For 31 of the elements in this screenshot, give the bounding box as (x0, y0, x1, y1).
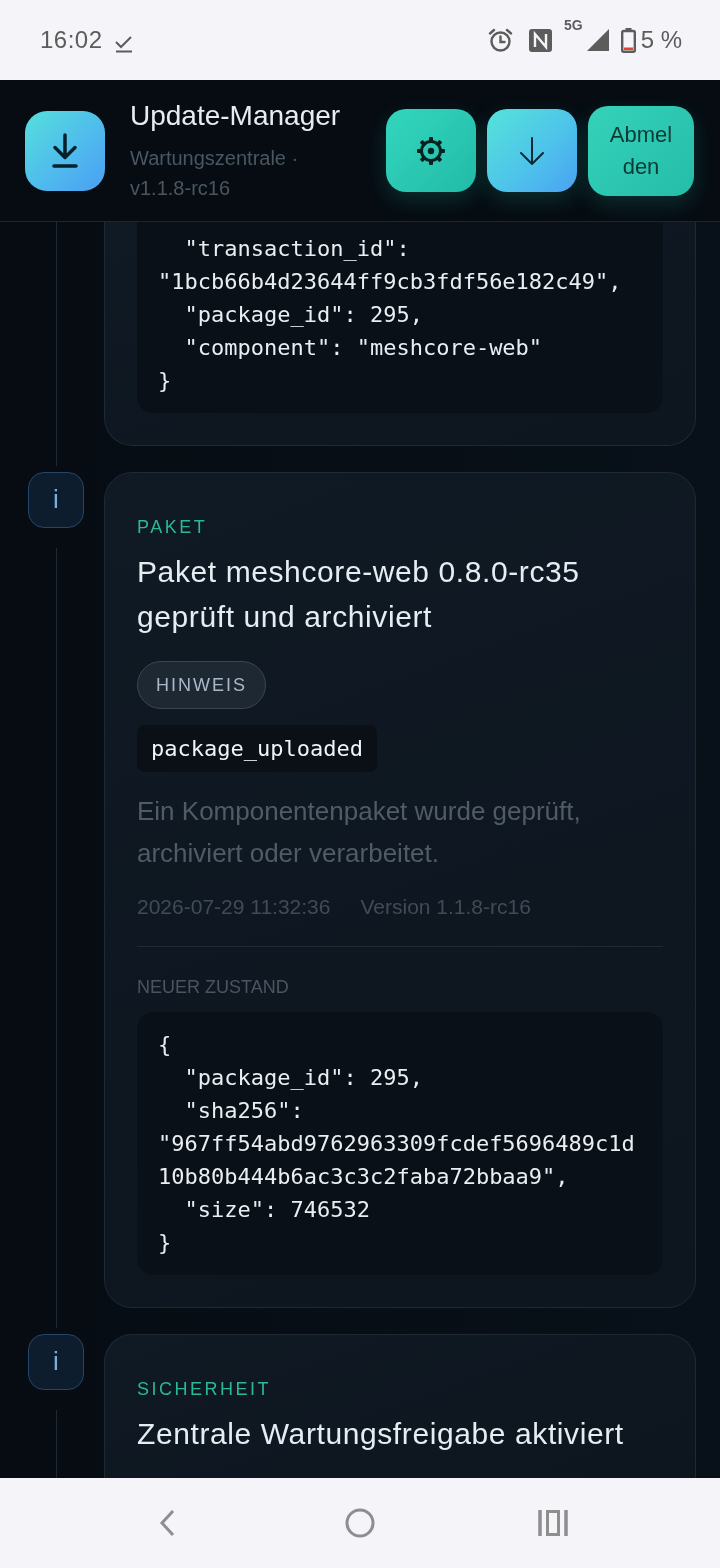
alarm-clock-icon (487, 27, 513, 53)
code-block: "transaction_id": "1bcb66b4d23644ff9cb3fdf56e182c49", "package_id": 295, "component": "meshcore-web" } (137, 222, 663, 413)
app-title: Update-Manager (130, 98, 342, 133)
section-label: NEUER ZUSTAND (137, 976, 290, 999)
info-marker: i (28, 472, 84, 528)
clock-time: 16:02 (40, 25, 103, 55)
check-icon (113, 35, 134, 53)
event-title: Paket meshcore-web 0.8.0-rc35 geprüft und archiviert (137, 554, 581, 635)
network-type: 5G (563, 17, 583, 33)
app-subtitle: Wartungszentrale · v1.1.8-rc16 (130, 145, 300, 201)
event-code: package_uploaded (137, 725, 377, 772)
settings-button[interactable] (386, 109, 476, 192)
battery-percentage: 5 % (640, 25, 682, 55)
battery-icon (620, 27, 636, 53)
download-button[interactable] (487, 109, 577, 192)
nfc-icon (528, 28, 552, 52)
event-category: SICHERHEIT (137, 1378, 272, 1401)
code-block: { "package_id": 295, "sha256": "967ff54abd9762963309fcdef5696489c1d 10b80b444b6ac3c3c2faba72bbaa9", "size": 746532 } (137, 1012, 663, 1275)
recents-icon[interactable] (538, 1510, 568, 1536)
event-description: Ein Komponentenpaket wurde geprüft, archiviert oder verarbeitet. (137, 795, 582, 870)
info-marker: i (28, 1334, 84, 1390)
settings-icon (415, 134, 447, 167)
event-title: Zentrale Wartungsfreigabe aktiviert (137, 1416, 625, 1452)
back-icon[interactable] (159, 1509, 175, 1537)
home-icon[interactable] (345, 1508, 375, 1538)
signal-icon (586, 29, 609, 51)
logout-button[interactable]: Abmelden (588, 105, 694, 196)
arrow-down-icon (518, 135, 546, 166)
severity-badge: HINWEIS (137, 661, 266, 709)
download-icon (25, 110, 105, 191)
event-category: PAKET (137, 516, 209, 539)
